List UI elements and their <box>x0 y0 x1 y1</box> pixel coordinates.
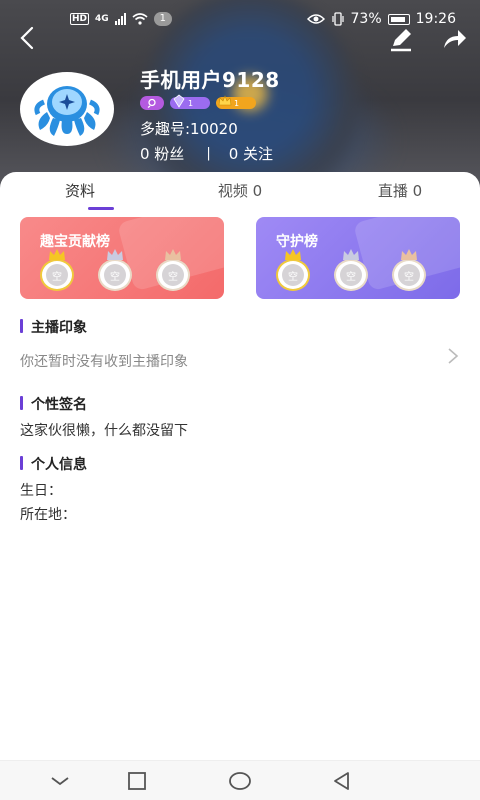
battery-icon <box>387 13 410 25</box>
level-number: 1 <box>188 98 194 108</box>
bronze-crown-icon <box>401 249 417 260</box>
slot-ring: 空 <box>40 259 74 291</box>
hd-indicator: HD <box>70 13 90 25</box>
user-id: 多趣号:10020 <box>140 120 238 138</box>
empty-slot-label: 空 <box>104 264 126 286</box>
empty-slot-label: 空 <box>46 264 68 286</box>
impression-empty-text[interactable]: 你还暂时没有收到主播印象 <box>20 351 188 371</box>
network-type: 4G <box>95 14 109 24</box>
level-badge-gold: 1 <box>216 95 256 109</box>
location-field: 所在地： <box>20 507 76 523</box>
signal-icon <box>114 13 126 25</box>
slot-ring: 空 <box>392 259 426 291</box>
battery-percent: 73% <box>350 11 382 27</box>
slot-ring: 空 <box>334 259 368 291</box>
chevron-down-icon[interactable] <box>48 770 72 792</box>
empty-slot-label: 空 <box>282 264 304 286</box>
profile-tabs: 资料 视频 0 直播 0 <box>0 180 480 210</box>
notification-badge: 1 <box>153 12 173 26</box>
back-arrow-icon[interactable] <box>16 24 40 52</box>
ranking-slot: 空 <box>390 249 428 291</box>
card-title: 趣宝贡献榜 <box>40 234 110 250</box>
chevron-right-icon[interactable] <box>446 346 460 366</box>
signature-section-title: 个性签名 <box>20 394 87 414</box>
slot-ring: 空 <box>98 259 132 291</box>
wifi-icon <box>132 13 148 25</box>
tab-videos[interactable]: 视频 0 <box>160 180 320 210</box>
share-arrow-icon[interactable] <box>440 26 468 52</box>
eye-comfort-icon <box>306 14 325 24</box>
tab-profile[interactable]: 资料 <box>0 180 160 210</box>
signature-text: 这家伙很懒，什么都没留下 <box>20 423 188 439</box>
divider: | <box>206 146 211 161</box>
level-number: 1 <box>234 98 240 108</box>
card-title: 守护榜 <box>276 234 318 250</box>
gold-crown-icon <box>285 249 301 260</box>
ranking-slots: 空 空 空 <box>274 249 428 291</box>
avatar[interactable] <box>20 72 114 146</box>
diamond-icon <box>173 94 185 108</box>
slot-ring: 空 <box>156 259 190 291</box>
ranking-slots: 空 空 空 <box>38 249 192 291</box>
slot-ring: 空 <box>276 259 310 291</box>
user-badges: 1 1 <box>140 94 256 110</box>
silver-crown-icon <box>343 249 359 260</box>
system-navigation-bar <box>0 760 480 800</box>
clock: 19:26 <box>415 11 456 27</box>
octopus-avatar-image <box>34 86 100 136</box>
ranking-slot: 空 <box>96 249 134 291</box>
ranking-slot: 空 <box>332 249 370 291</box>
impression-section-title: 主播印象 <box>20 317 87 337</box>
birthday-field: 生日： <box>20 483 62 499</box>
profile-content-panel: 资料 视频 0 直播 0 趣宝贡献榜 空 空 空 守护榜 空 空 空 主播印象 … <box>0 172 480 762</box>
ranking-slot: 空 <box>274 249 312 291</box>
empty-slot-label: 空 <box>398 264 420 286</box>
follow-stats: 0 粉丝 | 0 关注 <box>140 143 273 164</box>
empty-slot-label: 空 <box>340 264 362 286</box>
empty-slot-label: 空 <box>162 264 184 286</box>
fans-count[interactable]: 0 粉丝 <box>140 143 184 164</box>
search-icon <box>147 98 156 108</box>
username: 手机用户9128 <box>140 68 280 92</box>
back-triangle-icon[interactable] <box>330 770 354 792</box>
search-badge <box>140 96 164 110</box>
following-count[interactable]: 0 关注 <box>229 143 273 164</box>
crown-icon <box>218 95 232 106</box>
edit-pen-icon[interactable] <box>388 26 414 52</box>
recent-apps-icon[interactable] <box>125 770 149 792</box>
active-tab-indicator <box>88 207 114 210</box>
tab-live[interactable]: 直播 0 <box>320 180 480 210</box>
home-icon[interactable] <box>228 770 252 792</box>
guard-ranking-card[interactable]: 守护榜 空 空 空 <box>256 217 460 299</box>
info-section-title: 个人信息 <box>20 454 87 474</box>
bronze-crown-icon <box>165 249 181 260</box>
ranking-slot: 空 <box>38 249 76 291</box>
silver-crown-icon <box>107 249 123 260</box>
ranking-slot: 空 <box>154 249 192 291</box>
vibrate-icon <box>331 12 344 26</box>
gold-crown-icon <box>49 249 65 260</box>
contribution-ranking-card[interactable]: 趣宝贡献榜 空 空 空 <box>20 217 224 299</box>
level-badge-purple: 1 <box>170 94 210 109</box>
